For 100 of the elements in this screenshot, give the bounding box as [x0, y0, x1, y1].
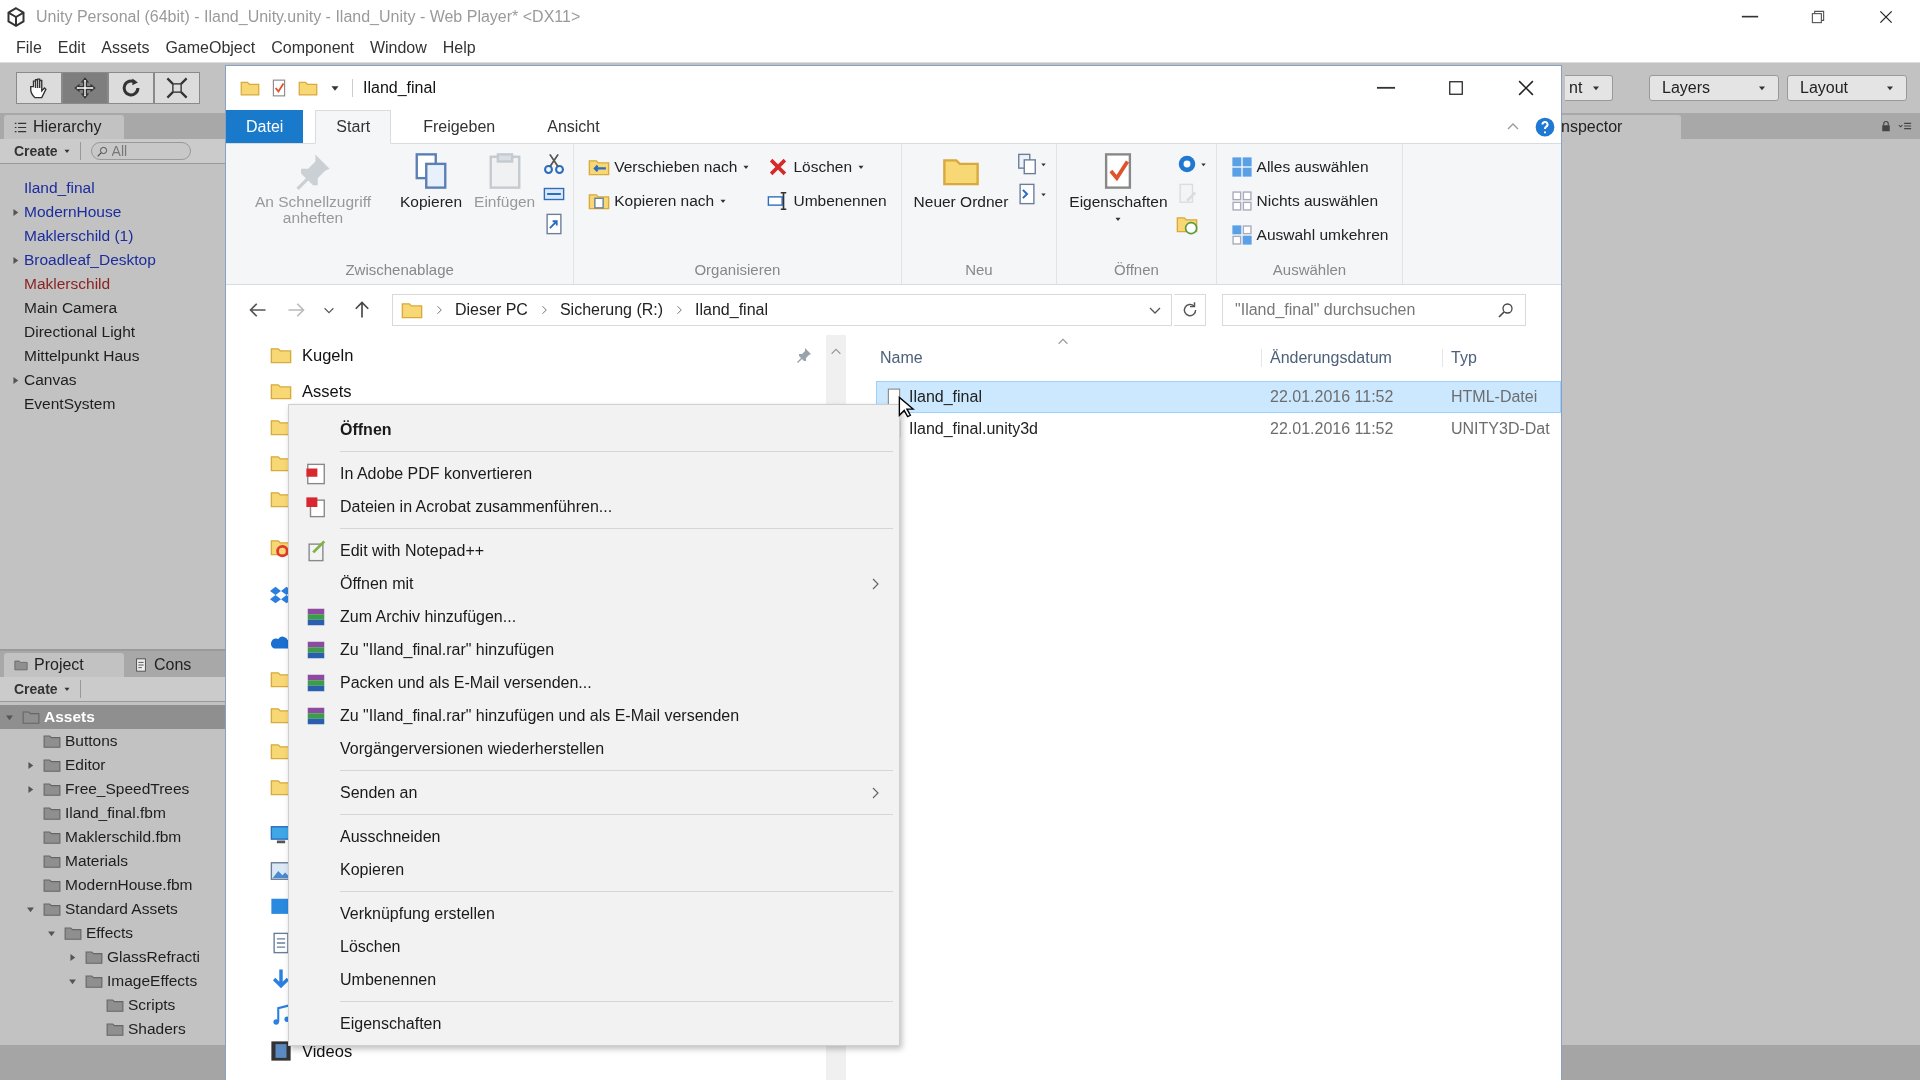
menu-item[interactable]: GameObject: [159, 39, 262, 57]
folder-item[interactable]: ImageEffects: [107, 972, 198, 990]
menu-item[interactable]: Löschen: [291, 930, 897, 963]
expand-arrow-icon[interactable]: [25, 783, 36, 795]
dropdown[interactable]: Layers: [1649, 75, 1779, 101]
ribbon-tab[interactable]: Datei: [226, 110, 304, 143]
menu-item[interactable]: Kopieren: [291, 853, 897, 886]
menu-item[interactable]: Edit with Notepad++: [291, 534, 897, 567]
breadcrumb[interactable]: Iland_final: [695, 301, 768, 319]
folder-item[interactable]: Scripts: [128, 996, 176, 1014]
menu-item[interactable]: Vorgängerversionen wiederherstellen: [291, 732, 897, 765]
properties-icon[interactable]: [270, 79, 288, 97]
expand-arrow-icon[interactable]: [25, 759, 36, 771]
create-button[interactable]: Create: [6, 142, 81, 160]
hierarchy-item[interactable]: Main Camera: [24, 299, 118, 317]
ribbon-button[interactable]: Neuer Ordner: [909, 148, 1013, 261]
column-header[interactable]: Typ: [1442, 349, 1561, 367]
ribbon-button[interactable]: Auswahl umkehren: [1230, 220, 1389, 250]
folder-item[interactable]: Standard Assets: [65, 900, 178, 918]
ribbon-button[interactable]: Umbenennen: [767, 186, 887, 216]
ribbon-tab[interactable]: Start: [315, 110, 392, 144]
folder-item[interactable]: Effects: [86, 924, 134, 942]
ribbon-icon-button[interactable]: [1016, 152, 1049, 176]
address-bar[interactable]: Dieser PC Sicherung (R:) Iland_final: [392, 294, 1172, 326]
ribbon-button[interactable]: Alles auswählen: [1230, 152, 1389, 182]
ribbon-icon-button[interactable]: [1016, 182, 1049, 206]
pin-icon[interactable]: [796, 347, 812, 363]
expand-arrow-icon[interactable]: [10, 206, 21, 218]
menu-item[interactable]: Zu "Iland_final.rar" hinzufügen: [291, 633, 897, 666]
menu-item[interactable]: Packen und als E-Mail versenden...: [291, 666, 897, 699]
menu-item[interactable]: Assets: [95, 39, 156, 57]
breadcrumb[interactable]: Dieser PC: [455, 301, 528, 319]
nav-item[interactable]: Assets: [302, 381, 812, 401]
menu-item[interactable]: File: [10, 39, 48, 57]
ribbon-button[interactable]: Kopieren: [396, 148, 467, 261]
hierarchy-item[interactable]: Broadleaf_Desktop: [24, 251, 156, 269]
hierarchy-item[interactable]: Mittelpunkt Haus: [24, 347, 140, 365]
lock-icon[interactable]: [1880, 120, 1892, 132]
menu-item[interactable]: Eigenschaften: [291, 1007, 897, 1040]
menu-item[interactable]: Zum Archiv hinzufügen...: [291, 600, 897, 633]
menu-item[interactable]: In Adobe PDF konvertieren: [291, 457, 897, 490]
film-icon[interactable]: [270, 1040, 292, 1062]
hierarchy-item[interactable]: Iland_final: [24, 179, 95, 197]
menu-item[interactable]: Verknüpfung erstellen: [291, 897, 897, 930]
folder-item[interactable]: Free_SpeedTrees: [65, 780, 190, 798]
hierarchy-item[interactable]: Canvas: [24, 371, 77, 389]
dropdown[interactable]: Layout: [1787, 75, 1907, 101]
folder-item[interactable]: ModernHouse.fbm: [65, 876, 193, 894]
ribbon-button[interactable]: Verschieben nach: [588, 152, 752, 182]
dropdown[interactable]: nt: [1565, 75, 1613, 101]
hierarchy-item[interactable]: ModernHouse: [24, 203, 122, 221]
tool-button[interactable]: [16, 72, 62, 104]
column-header[interactable]: Name: [876, 349, 1261, 367]
expand-arrow-icon[interactable]: [10, 374, 21, 386]
menu-item[interactable]: Edit: [51, 39, 92, 57]
ribbon-tab[interactable]: Ansicht: [527, 110, 620, 143]
hierarchy-item[interactable]: EventSystem: [24, 395, 116, 413]
folder-item[interactable]: Buttons: [65, 732, 118, 750]
menu-item[interactable]: Öffnen mit: [291, 567, 897, 600]
menu-item[interactable]: Component: [265, 39, 360, 57]
hierarchy-item[interactable]: Maklerschild (1): [24, 227, 134, 245]
ribbon-button[interactable]: Eigenschaften: [1065, 148, 1172, 261]
folder-item[interactable]: Materials: [65, 852, 128, 870]
tool-button[interactable]: [108, 72, 154, 104]
expand-arrow-icon[interactable]: [10, 254, 21, 266]
tool-button[interactable]: [154, 72, 200, 104]
menu-item[interactable]: Senden an: [291, 776, 897, 809]
ribbon-icon-button[interactable]: [543, 152, 566, 176]
file-row[interactable]: Iland_final 22.01.2016 11:52 HTML-Datei: [876, 381, 1561, 413]
menu-item[interactable]: Öffnen: [291, 413, 897, 446]
folder-item[interactable]: Maklerschild.fbm: [65, 828, 182, 846]
folder-item[interactable]: Iland_final.fbm: [65, 804, 166, 822]
ribbon-button[interactable]: Nichts auswählen: [1230, 186, 1389, 216]
breadcrumb[interactable]: Sicherung (R:): [559, 301, 664, 319]
folder-item[interactable]: Editor: [65, 756, 106, 774]
hierarchy-item[interactable]: Directional Light: [24, 323, 136, 341]
menu-item[interactable]: Dateien in Acrobat zusammenführen...: [291, 490, 897, 523]
nav-item[interactable]: Kugeln: [302, 345, 786, 365]
menu-item[interactable]: Window: [363, 39, 433, 57]
tool-button[interactable]: [62, 72, 108, 104]
refresh-button[interactable]: [1174, 294, 1206, 326]
menu-item[interactable]: Ausschneiden: [291, 820, 897, 853]
ribbon-button[interactable]: Kopieren nach: [588, 186, 752, 216]
menu-item[interactable]: Zu "Iland_final.rar" hinzufügen und als E-Mail versenden: [291, 699, 897, 732]
column-header[interactable]: Änderungsdatum: [1261, 349, 1442, 367]
ribbon-button[interactable]: Löschen: [767, 152, 887, 182]
hierarchy-item[interactable]: Maklerschild: [24, 275, 111, 293]
hierarchy-tab[interactable]: Hierarchy: [4, 115, 124, 139]
panel-tab[interactable]: Project: [4, 653, 124, 677]
panel-tab[interactable]: Cons: [124, 653, 202, 677]
ribbon-tab[interactable]: Freigeben: [403, 110, 516, 143]
folder-item[interactable]: GlassRefracti: [107, 948, 201, 966]
search-field[interactable]: All: [90, 142, 191, 160]
menu-item[interactable]: Umbenennen: [291, 963, 897, 996]
help-icon[interactable]: [1535, 116, 1555, 137]
nav-item[interactable]: Videos: [302, 1041, 812, 1061]
inspector-tab[interactable]: nspector: [1561, 115, 1681, 139]
menu-item[interactable]: Help: [436, 39, 482, 57]
expand-arrow-icon[interactable]: [67, 951, 78, 963]
folder-item[interactable]: Shaders: [128, 1020, 186, 1038]
